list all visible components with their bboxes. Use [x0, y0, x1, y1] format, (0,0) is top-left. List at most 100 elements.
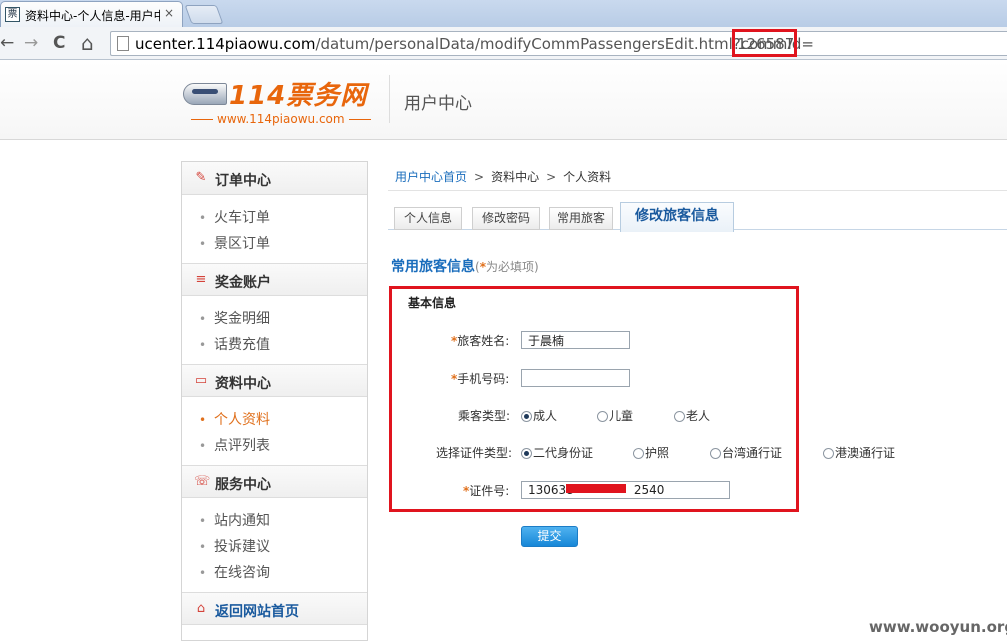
- folder-icon: ▭: [194, 373, 208, 388]
- passenger-type-label: 乘客类型:: [458, 409, 511, 423]
- breadcrumb-level2: 个人资料: [563, 170, 612, 184]
- breadcrumb-home-link[interactable]: 用户中心首页: [395, 170, 467, 184]
- sidebar-home-label: 返回网站首页: [215, 604, 299, 620]
- sidebar-group-label: 订单中心: [215, 173, 271, 189]
- radio-label: 护照: [645, 446, 670, 460]
- sidebar-item-personal-info[interactable]: 个人资料: [182, 407, 367, 433]
- radio-dot: [674, 411, 685, 422]
- name-label-text: 旅客姓名:: [457, 334, 510, 348]
- passenger-name-input[interactable]: [521, 331, 630, 349]
- site-favicon-icon: 票: [5, 7, 20, 22]
- address-bar[interactable]: ucenter.114piaowu.com/datum/personalData…: [110, 29, 1007, 57]
- sidebar-group-bonus: ≡ 奖金账户: [182, 263, 367, 296]
- breadcrumb-separator: >: [546, 170, 557, 184]
- highlight-box: [732, 29, 797, 57]
- new-tab-button[interactable]: [184, 5, 224, 24]
- radio-dot: [633, 448, 644, 459]
- sidebar-item-scenic-orders[interactable]: 景区订单: [182, 231, 367, 257]
- coins-icon: ≡: [195, 272, 207, 287]
- sidebar-item-phone-recharge[interactable]: 话费充值: [182, 332, 367, 358]
- phone-icon: ☏: [194, 474, 211, 489]
- id-type-label: 选择证件类型:: [436, 446, 513, 460]
- tab-common-passengers[interactable]: 常用旅客: [549, 207, 613, 230]
- radio-label: 台湾通行证: [722, 446, 783, 460]
- logo-domain: www.114piaowu.com: [187, 112, 367, 126]
- highlight-box: [389, 286, 799, 512]
- reload-icon[interactable]: C: [53, 33, 65, 53]
- tab-title: 资料中心-个人信息-用户中: [25, 9, 160, 23]
- order-icon: ✎: [195, 170, 207, 185]
- radio-taiwan-permit[interactable]: 台湾通行证: [710, 444, 782, 461]
- header-section-title: 用户中心: [404, 94, 472, 114]
- phone-label-text: 手机号码:: [457, 372, 510, 386]
- browser-tab[interactable]: 票 资料中心-个人信息-用户中 ×: [0, 1, 183, 27]
- logo-brand: 114票务网: [229, 81, 368, 111]
- section-title: 常用旅客信息(*为必填项): [391, 256, 539, 276]
- section-title-text: 常用旅客信息: [391, 259, 475, 275]
- redaction-bar: [566, 484, 626, 493]
- radio-dot: [521, 448, 532, 459]
- radio-label: 港澳通行证: [835, 446, 896, 460]
- breadcrumb-level1: 资料中心: [491, 170, 540, 184]
- breadcrumb: 用户中心首页 > 资料中心 > 个人资料: [395, 168, 611, 185]
- id-number-label: *证件号:: [463, 482, 509, 499]
- breadcrumb-separator: >: [474, 170, 485, 184]
- sidebar-home-link[interactable]: ⌂ 返回网站首页: [182, 592, 367, 625]
- radio-adult[interactable]: 成人: [521, 407, 557, 424]
- close-icon[interactable]: ×: [164, 6, 174, 20]
- browser-toolbar: ← → C ⌂ ucenter.114piaowu.com/datum/pers…: [0, 27, 1007, 60]
- back-arrow-icon[interactable]: ←: [0, 33, 14, 53]
- radio-child[interactable]: 儿童: [597, 407, 633, 424]
- radio-label: 二代身份证: [533, 446, 594, 460]
- phone-input[interactable]: [521, 369, 630, 387]
- phone-label: *手机号码:: [451, 370, 509, 387]
- browser-tab-bar: 票 资料中心-个人信息-用户中 ×: [0, 0, 1007, 27]
- sidebar-item-reviews[interactable]: 点评列表: [182, 433, 367, 459]
- radio-dot: [597, 411, 608, 422]
- sidebar-group-service: ☏ 服务中心: [182, 465, 367, 498]
- sidebar: ✎ 订单中心 火车订单 景区订单 ≡ 奖金账户 奖金明细 话费充值 ▭ 资料中心…: [181, 161, 368, 641]
- forward-arrow-icon[interactable]: →: [24, 33, 38, 53]
- url-text: ucenter.114piaowu.com/datum/personalData…: [135, 35, 814, 53]
- name-label: *旅客姓名:: [451, 332, 509, 349]
- radio-label: 儿童: [609, 409, 634, 423]
- tab-edit-passenger[interactable]: 修改旅客信息: [620, 202, 734, 232]
- radio-senior[interactable]: 老人: [674, 407, 710, 424]
- sidebar-item-complaints[interactable]: 投诉建议: [182, 534, 367, 560]
- radio-dot: [823, 448, 834, 459]
- watermark: www.wooyun.org: [869, 618, 1007, 636]
- submit-button[interactable]: 提交: [521, 526, 578, 547]
- page-icon: [117, 36, 129, 51]
- radio-id-card[interactable]: 二代身份证: [521, 444, 593, 461]
- tab-change-password[interactable]: 修改密码: [472, 207, 540, 230]
- radio-dot: [710, 448, 721, 459]
- sidebar-group-label: 服务中心: [215, 477, 271, 493]
- radio-label: 老人: [686, 409, 711, 423]
- radio-label: 成人: [533, 409, 558, 423]
- sidebar-item-notices[interactable]: 站内通知: [182, 508, 367, 534]
- sidebar-item-train-orders[interactable]: 火车订单: [182, 205, 367, 231]
- header-divider: [389, 75, 390, 123]
- required-note-text: 为必填项): [485, 260, 539, 274]
- train-icon: [183, 83, 227, 105]
- divider: [388, 190, 1007, 191]
- sidebar-group-profile: ▭ 资料中心: [182, 364, 367, 397]
- site-header: 114票务网 www.114piaowu.com 用户中心: [0, 61, 1007, 140]
- radio-hk-macao-permit[interactable]: 港澳通行证: [823, 444, 895, 461]
- tab-personal-info[interactable]: 个人信息: [394, 207, 462, 230]
- sidebar-item-bonus-detail[interactable]: 奖金明细: [182, 306, 367, 332]
- sidebar-group-label: 资料中心: [215, 376, 271, 392]
- form-box-title: 基本信息: [408, 296, 457, 310]
- site-logo[interactable]: 114票务网 www.114piaowu.com: [183, 75, 368, 127]
- radio-dot: [521, 411, 532, 422]
- sidebar-group-label: 奖金账户: [215, 275, 271, 291]
- sidebar-group-orders: ✎ 订单中心: [182, 162, 367, 195]
- home-icon[interactable]: ⌂: [81, 33, 94, 53]
- id-number-label-text: 证件号:: [469, 484, 510, 498]
- id-number-end: 2540: [633, 483, 665, 497]
- radio-passport[interactable]: 护照: [633, 444, 669, 461]
- required-note: (*为必填项): [475, 260, 539, 274]
- sidebar-item-online-consult[interactable]: 在线咨询: [182, 560, 367, 586]
- url-host: ucenter.114piaowu.com: [135, 35, 316, 53]
- home-icon: ⌂: [196, 601, 206, 616]
